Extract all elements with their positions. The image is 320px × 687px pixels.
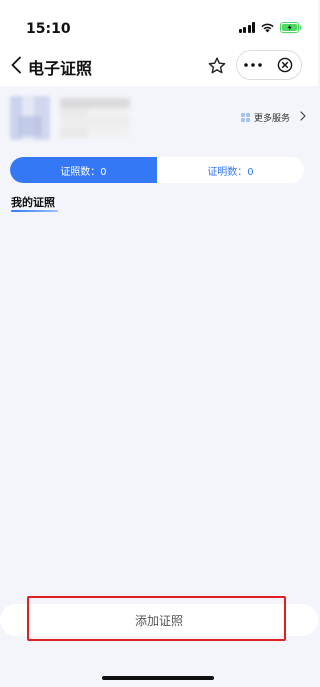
avatar	[10, 96, 50, 140]
chevron-left-icon	[11, 56, 21, 74]
more-services-link[interactable]: 更多服务	[240, 111, 306, 124]
add-license-button[interactable]: 添加证照	[0, 604, 318, 636]
wifi-icon	[260, 22, 275, 33]
profile-section: 更多服务	[0, 86, 318, 151]
battery-icon	[280, 22, 302, 33]
section-underline	[11, 210, 58, 212]
status-icons	[238, 22, 303, 33]
mini-program-capsule	[236, 50, 302, 80]
count-tabs: 证照数：0 证明数：0	[10, 157, 304, 183]
star-icon	[208, 57, 226, 74]
signal-icon	[238, 22, 255, 33]
grid-icon	[240, 113, 250, 122]
close-circle-icon	[277, 57, 293, 73]
status-bar: 15:10	[0, 0, 318, 44]
favorite-button[interactable]	[207, 56, 227, 76]
chevron-right-icon	[300, 111, 306, 124]
user-name-redacted	[60, 98, 130, 138]
more-options-button[interactable]	[237, 51, 269, 79]
main-content: 更多服务 证照数：0 证明数：0 我的证照 添加证照	[0, 86, 318, 687]
back-button[interactable]	[10, 56, 26, 74]
section-title: 我的证照	[11, 196, 55, 209]
tab-licenses[interactable]: 证照数：0	[10, 157, 157, 183]
tab-certificates[interactable]: 证明数：0	[157, 157, 304, 183]
bottom-bar: 添加证照	[0, 596, 318, 666]
close-button[interactable]	[269, 51, 301, 79]
more-dots-icon	[244, 63, 262, 67]
home-indicator	[102, 676, 214, 680]
more-services-label: 更多服务	[253, 114, 290, 124]
status-time: 15:10	[26, 21, 71, 37]
page-title: 电子证照	[28, 59, 93, 78]
nav-bar: 电子证照	[0, 44, 318, 86]
